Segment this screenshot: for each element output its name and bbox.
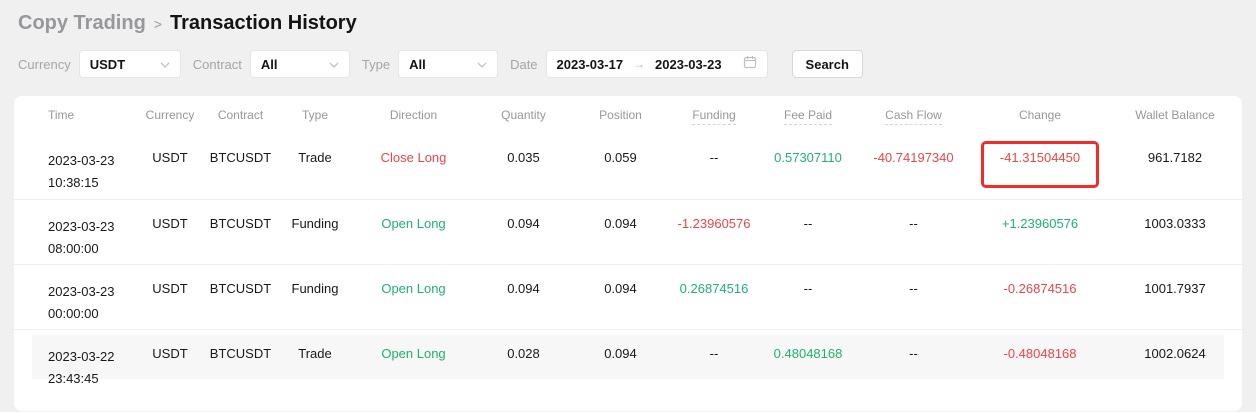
table-row: 2023-03-2223:43:45 USDT BTCUSDT Trade Op… [14,329,1242,394]
col-header-type: Type [276,96,354,134]
col-header-fee-paid: Fee Paid [761,96,855,134]
direction-cell: Open Long [354,199,473,264]
filter-bar: Currency USDT Contract All Type All Date… [18,50,1256,78]
transaction-history-page: Copy Trading > Transaction History Curre… [0,0,1256,412]
fee-paid-cell: -- [761,199,855,264]
wallet-balance-cell: 961.7182 [1108,134,1242,199]
table-row: 2023-03-2300:00:00 USDT BTCUSDT Funding … [14,264,1242,329]
quantity-cell: 0.094 [473,199,574,264]
col-header-contract: Contract [205,96,276,134]
change-cell: +1.23960576 [972,199,1108,264]
fee-paid-cell: -- [761,264,855,329]
breadcrumb: Copy Trading > Transaction History [0,0,1256,37]
currency-cell: USDT [135,134,205,199]
cash-flow-cell: -- [855,199,972,264]
chevron-down-icon [329,55,339,73]
calendar-icon [743,55,757,74]
contract-cell: BTCUSDT [205,329,276,394]
col-header-direction: Direction [354,96,473,134]
transaction-table-card: Time Currency Contract Type Direction Qu… [14,96,1242,411]
funding-cell: -- [667,329,761,394]
col-header-wallet-balance: Wallet Balance [1108,96,1242,134]
col-header-change: Change [972,96,1108,134]
position-cell: 0.094 [574,329,667,394]
breadcrumb-copy-trading[interactable]: Copy Trading [18,9,146,37]
transaction-table: Time Currency Contract Type Direction Qu… [14,96,1242,394]
direction-cell: Open Long [354,329,473,394]
direction-cell: Open Long [354,264,473,329]
fee-paid-cell: 0.48048168 [761,329,855,394]
wallet-balance-cell: 1002.0624 [1108,329,1242,394]
type-cell: Funding [276,264,354,329]
type-filter-label: Type [362,57,390,72]
col-header-time: Time [14,96,135,134]
date-filter-label: Date [510,57,537,72]
cash-flow-cell: -- [855,329,972,394]
change-cell: -41.31504450 [972,134,1108,199]
quantity-cell: 0.035 [473,134,574,199]
col-header-quantity: Quantity [473,96,574,134]
date-range-picker[interactable]: 2023-03-17 → 2023-03-23 [546,50,768,78]
position-cell: 0.094 [574,199,667,264]
col-header-currency: Currency [135,96,205,134]
currency-cell: USDT [135,264,205,329]
contract-cell: BTCUSDT [205,264,276,329]
currency-filter-label: Currency [18,57,71,72]
table-row: 2023-03-2308:00:00 USDT BTCUSDT Funding … [14,199,1242,264]
page-title: Transaction History [170,9,357,37]
table-header-row: Time Currency Contract Type Direction Qu… [14,96,1242,134]
currency-select[interactable]: USDT [79,50,181,78]
table-row: 2023-03-2310:38:15 USDT BTCUSDT Trade Cl… [14,134,1242,199]
time-cell: 2023-03-2223:43:45 [14,329,135,394]
type-select[interactable]: All [398,50,498,78]
col-header-position: Position [574,96,667,134]
contract-select[interactable]: All [250,50,350,78]
position-cell: 0.094 [574,264,667,329]
position-cell: 0.059 [574,134,667,199]
cash-flow-cell: -40.74197340 [855,134,972,199]
quantity-cell: 0.094 [473,264,574,329]
time-cell: 2023-03-2310:38:15 [14,134,135,199]
change-cell: -0.48048168 [972,329,1108,394]
quantity-cell: 0.028 [473,329,574,394]
change-cell: -0.26874516 [972,264,1108,329]
funding-cell: 0.26874516 [667,264,761,329]
search-button[interactable]: Search [792,50,863,78]
col-header-cash-flow: Cash Flow [855,96,972,134]
currency-cell: USDT [135,329,205,394]
chevron-down-icon [160,55,170,73]
date-start-value[interactable]: 2023-03-17 [557,57,624,72]
time-cell: 2023-03-2308:00:00 [14,199,135,264]
chevron-down-icon [477,55,487,73]
cash-flow-cell: -- [855,264,972,329]
funding-cell: -1.23960576 [667,199,761,264]
time-cell: 2023-03-2300:00:00 [14,264,135,329]
currency-select-value: USDT [90,57,125,72]
type-cell: Funding [276,199,354,264]
col-header-funding: Funding [667,96,761,134]
fee-paid-cell: 0.57307110 [761,134,855,199]
breadcrumb-separator-icon: > [154,14,162,32]
funding-cell: -- [667,134,761,199]
contract-cell: BTCUSDT [205,199,276,264]
contract-cell: BTCUSDT [205,134,276,199]
type-cell: Trade [276,329,354,394]
contract-filter-label: Contract [193,57,242,72]
contract-select-value: All [261,57,278,72]
currency-cell: USDT [135,199,205,264]
type-select-value: All [409,57,426,72]
type-cell: Trade [276,134,354,199]
date-end-value[interactable]: 2023-03-23 [655,57,722,72]
date-range-arrow-icon: → [633,57,645,71]
wallet-balance-cell: 1003.0333 [1108,199,1242,264]
direction-cell: Close Long [354,134,473,199]
wallet-balance-cell: 1001.7937 [1108,264,1242,329]
